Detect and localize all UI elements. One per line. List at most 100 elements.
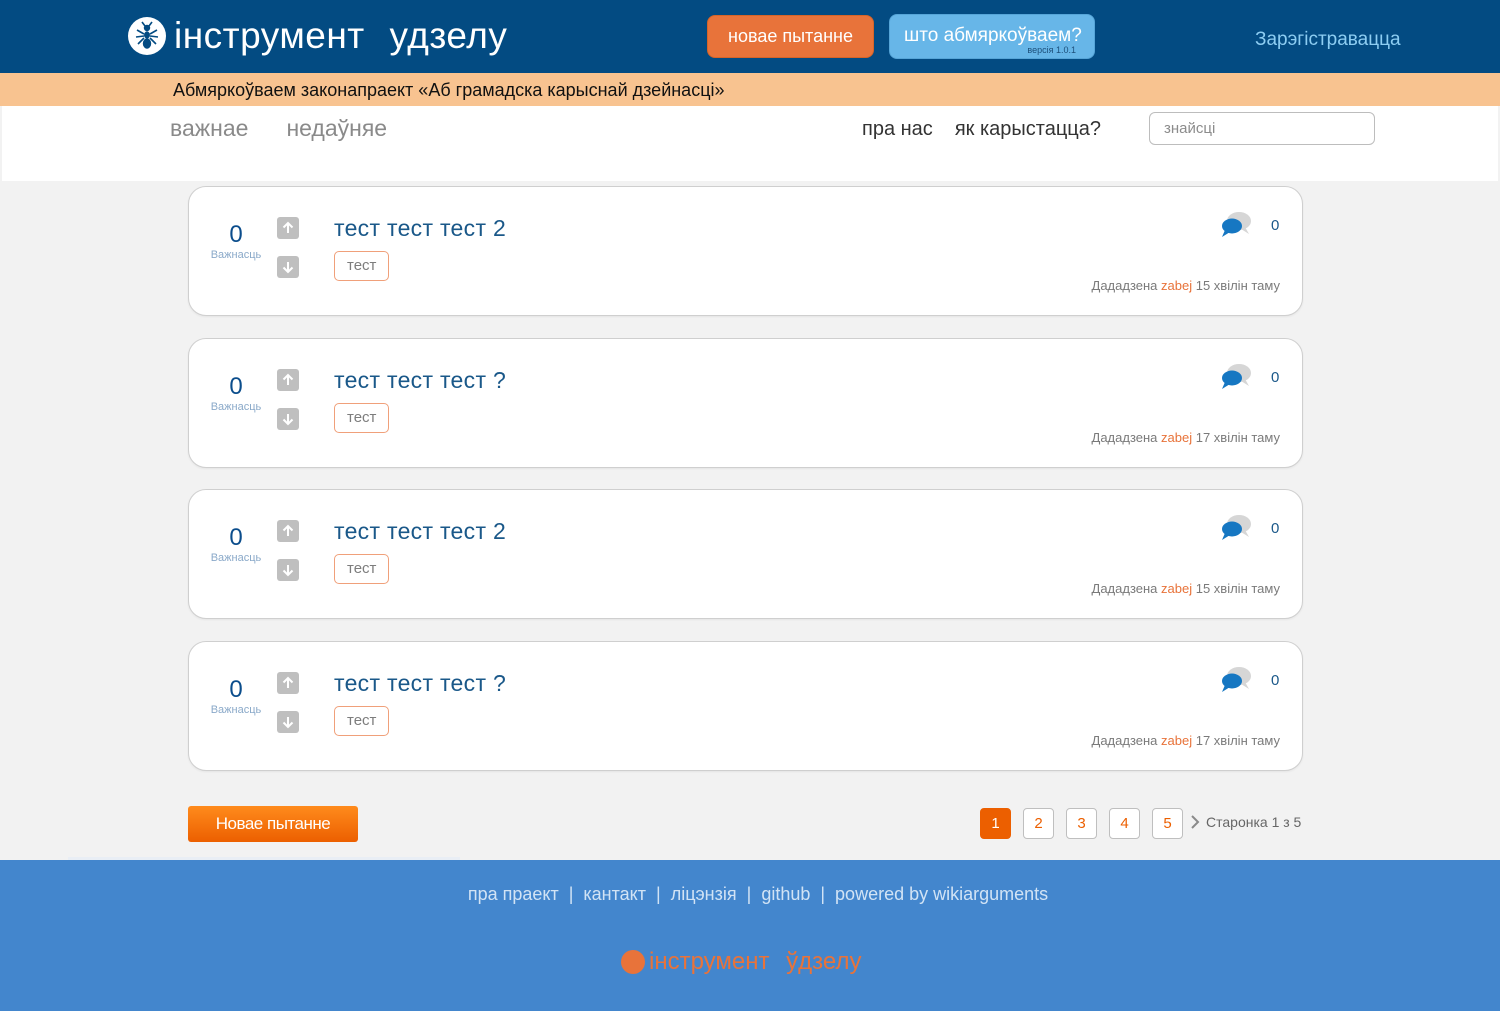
footer-link-contact[interactable]: кантакт — [583, 884, 646, 904]
time-ago: 15 хвілін таму — [1195, 278, 1280, 293]
page-1-button[interactable]: 1 — [980, 808, 1011, 839]
vote-up-button[interactable] — [277, 217, 299, 239]
vote-down-button[interactable] — [277, 256, 299, 278]
ant-logo-icon — [621, 950, 645, 974]
arrow-down-icon — [282, 414, 294, 426]
comments-icon[interactable] — [1219, 513, 1253, 543]
footer-separator: | — [656, 884, 661, 904]
register-link[interactable]: Зарэгістравацца — [1255, 29, 1401, 51]
question-meta: Дададзена zabej 15 хвілін таму — [1092, 278, 1280, 293]
footer-separator: | — [568, 884, 574, 904]
comments-count: 0 — [1271, 520, 1280, 537]
vote-down-button[interactable] — [277, 408, 299, 430]
footer-logo[interactable]: інструмент ўдзелу — [621, 948, 861, 976]
tab-important[interactable]: важнае — [170, 115, 248, 142]
question-tag[interactable]: тест — [334, 706, 390, 736]
new-question-button[interactable]: новае пытанне — [707, 15, 874, 58]
page-4-button[interactable]: 4 — [1109, 808, 1140, 839]
comments-count: 0 — [1271, 369, 1280, 386]
vote-up-button[interactable] — [277, 672, 299, 694]
what-we-discuss-button[interactable]: што абмяркоўваем? версія 1.0.1 — [889, 14, 1095, 59]
footer-logo-text: інструмент ўдзелу — [649, 948, 862, 975]
question-meta: Дададзена zabej 15 хвілін таму — [1092, 581, 1280, 596]
question-title[interactable]: тест тест тест ? — [334, 367, 506, 394]
footer-separator: | — [820, 884, 826, 904]
importance-score: 0 Важнасць — [207, 676, 265, 716]
question-meta: Дададзена zabej 17 хвілін таму — [1092, 733, 1280, 748]
version-label: версія 1.0.1 — [1027, 45, 1076, 55]
new-question-bottom-button[interactable]: Новае пытанне — [188, 806, 358, 842]
search-input[interactable] — [1149, 112, 1375, 145]
topic-banner-text: Абмяркоўваем законапраект «Аб грамадска … — [173, 80, 725, 100]
importance-score: 0 Важнасць — [207, 524, 265, 564]
question-card: 0 Важнасць тест тест тест 2 тест 0 Дадад… — [188, 489, 1303, 619]
chevron-right-icon[interactable] — [1190, 814, 1200, 830]
question-tag[interactable]: тест — [334, 554, 390, 584]
info-links: пра нас як карыстацца? — [862, 118, 1101, 141]
about-link[interactable]: пра нас — [862, 118, 933, 141]
footer-separator: | — [746, 884, 752, 904]
vote-up-button[interactable] — [277, 520, 299, 542]
how-to-use-link[interactable]: як карыстацца? — [955, 118, 1101, 141]
question-card: 0 Важнасць тест тест тест ? тест 0 Дадад… — [188, 338, 1303, 468]
footer-links: пра праект | кантакт | ліцэнзія | github | power… — [0, 884, 1500, 905]
importance-score: 0 Важнасць — [207, 373, 265, 413]
author-link[interactable]: zabej — [1161, 430, 1192, 445]
time-ago: 15 хвілін таму — [1195, 581, 1280, 596]
nav-bar: важнае недаўняе пра нас як карыстацца? — [2, 106, 1498, 181]
arrow-up-icon — [282, 221, 294, 233]
importance-score: 0 Важнасць — [207, 221, 265, 261]
score-label: Важнасць — [210, 401, 262, 413]
vote-down-button[interactable] — [277, 711, 299, 733]
question-card: 0 Важнасць тест тест тест ? тест 0 Дадад… — [188, 641, 1303, 771]
author-link[interactable]: zabej — [1161, 581, 1192, 596]
page-info: Старонка 1 з 5 — [1190, 814, 1301, 830]
added-label: Дададзена — [1091, 430, 1158, 445]
score-label: Важнасць — [210, 552, 262, 564]
arrow-up-icon — [282, 676, 294, 688]
comments-count: 0 — [1271, 672, 1280, 689]
what-we-discuss-label: што абмяркоўваем? — [904, 25, 1082, 46]
page-info-text: Старонка 1 з 5 — [1206, 814, 1302, 830]
author-link[interactable]: zabej — [1161, 278, 1192, 293]
sort-tabs: важнае недаўняе — [170, 115, 387, 142]
site-title: інструмент удзелу — [174, 15, 508, 56]
score-value: 0 — [229, 221, 243, 248]
question-card: 0 Важнасць тест тест тест 2 тест 0 Дадад… — [188, 186, 1303, 316]
arrow-down-icon — [282, 262, 294, 274]
tab-recent[interactable]: недаўняе — [286, 115, 387, 142]
arrow-up-icon — [282, 524, 294, 536]
question-title[interactable]: тест тест тест 2 — [334, 518, 506, 545]
comments-icon[interactable] — [1219, 665, 1253, 695]
page-5-button[interactable]: 5 — [1152, 808, 1183, 839]
comments-icon[interactable] — [1219, 210, 1253, 240]
top-header: інструмент удзелу новае пытанне што абмя… — [0, 0, 1500, 73]
question-tag[interactable]: тест — [334, 403, 390, 433]
author-link[interactable]: zabej — [1161, 733, 1192, 748]
arrow-up-icon — [282, 373, 294, 385]
footer: пра праект | кантакт | ліцэнзія | github | power… — [0, 860, 1500, 1011]
question-title[interactable]: тест тест тест 2 — [334, 215, 506, 242]
footer-link-about-project[interactable]: пра праект — [468, 884, 559, 904]
site-logo[interactable]: інструмент удзелу — [128, 14, 507, 58]
question-title[interactable]: тест тест тест ? — [334, 670, 506, 697]
page-2-button[interactable]: 2 — [1023, 808, 1054, 839]
score-value: 0 — [229, 373, 243, 400]
vote-up-button[interactable] — [277, 369, 299, 391]
footer-link-powered-by[interactable]: powered by wikiarguments — [835, 884, 1048, 904]
question-meta: Дададзена zabej 17 хвілін таму — [1092, 430, 1280, 445]
question-tag[interactable]: тест — [334, 251, 390, 281]
page-3-button[interactable]: 3 — [1066, 808, 1097, 839]
score-value: 0 — [229, 676, 243, 703]
added-label: Дададзена — [1091, 278, 1158, 293]
ant-logo-icon — [128, 17, 166, 55]
footer-link-license[interactable]: ліцэнзія — [671, 884, 737, 904]
score-value: 0 — [229, 524, 243, 551]
added-label: Дададзена — [1091, 581, 1158, 596]
comments-icon[interactable] — [1219, 362, 1253, 392]
vote-down-button[interactable] — [277, 559, 299, 581]
score-label: Важнасць — [210, 704, 262, 716]
comments-count: 0 — [1271, 217, 1280, 234]
arrow-down-icon — [282, 717, 294, 729]
footer-link-github[interactable]: github — [761, 884, 810, 904]
